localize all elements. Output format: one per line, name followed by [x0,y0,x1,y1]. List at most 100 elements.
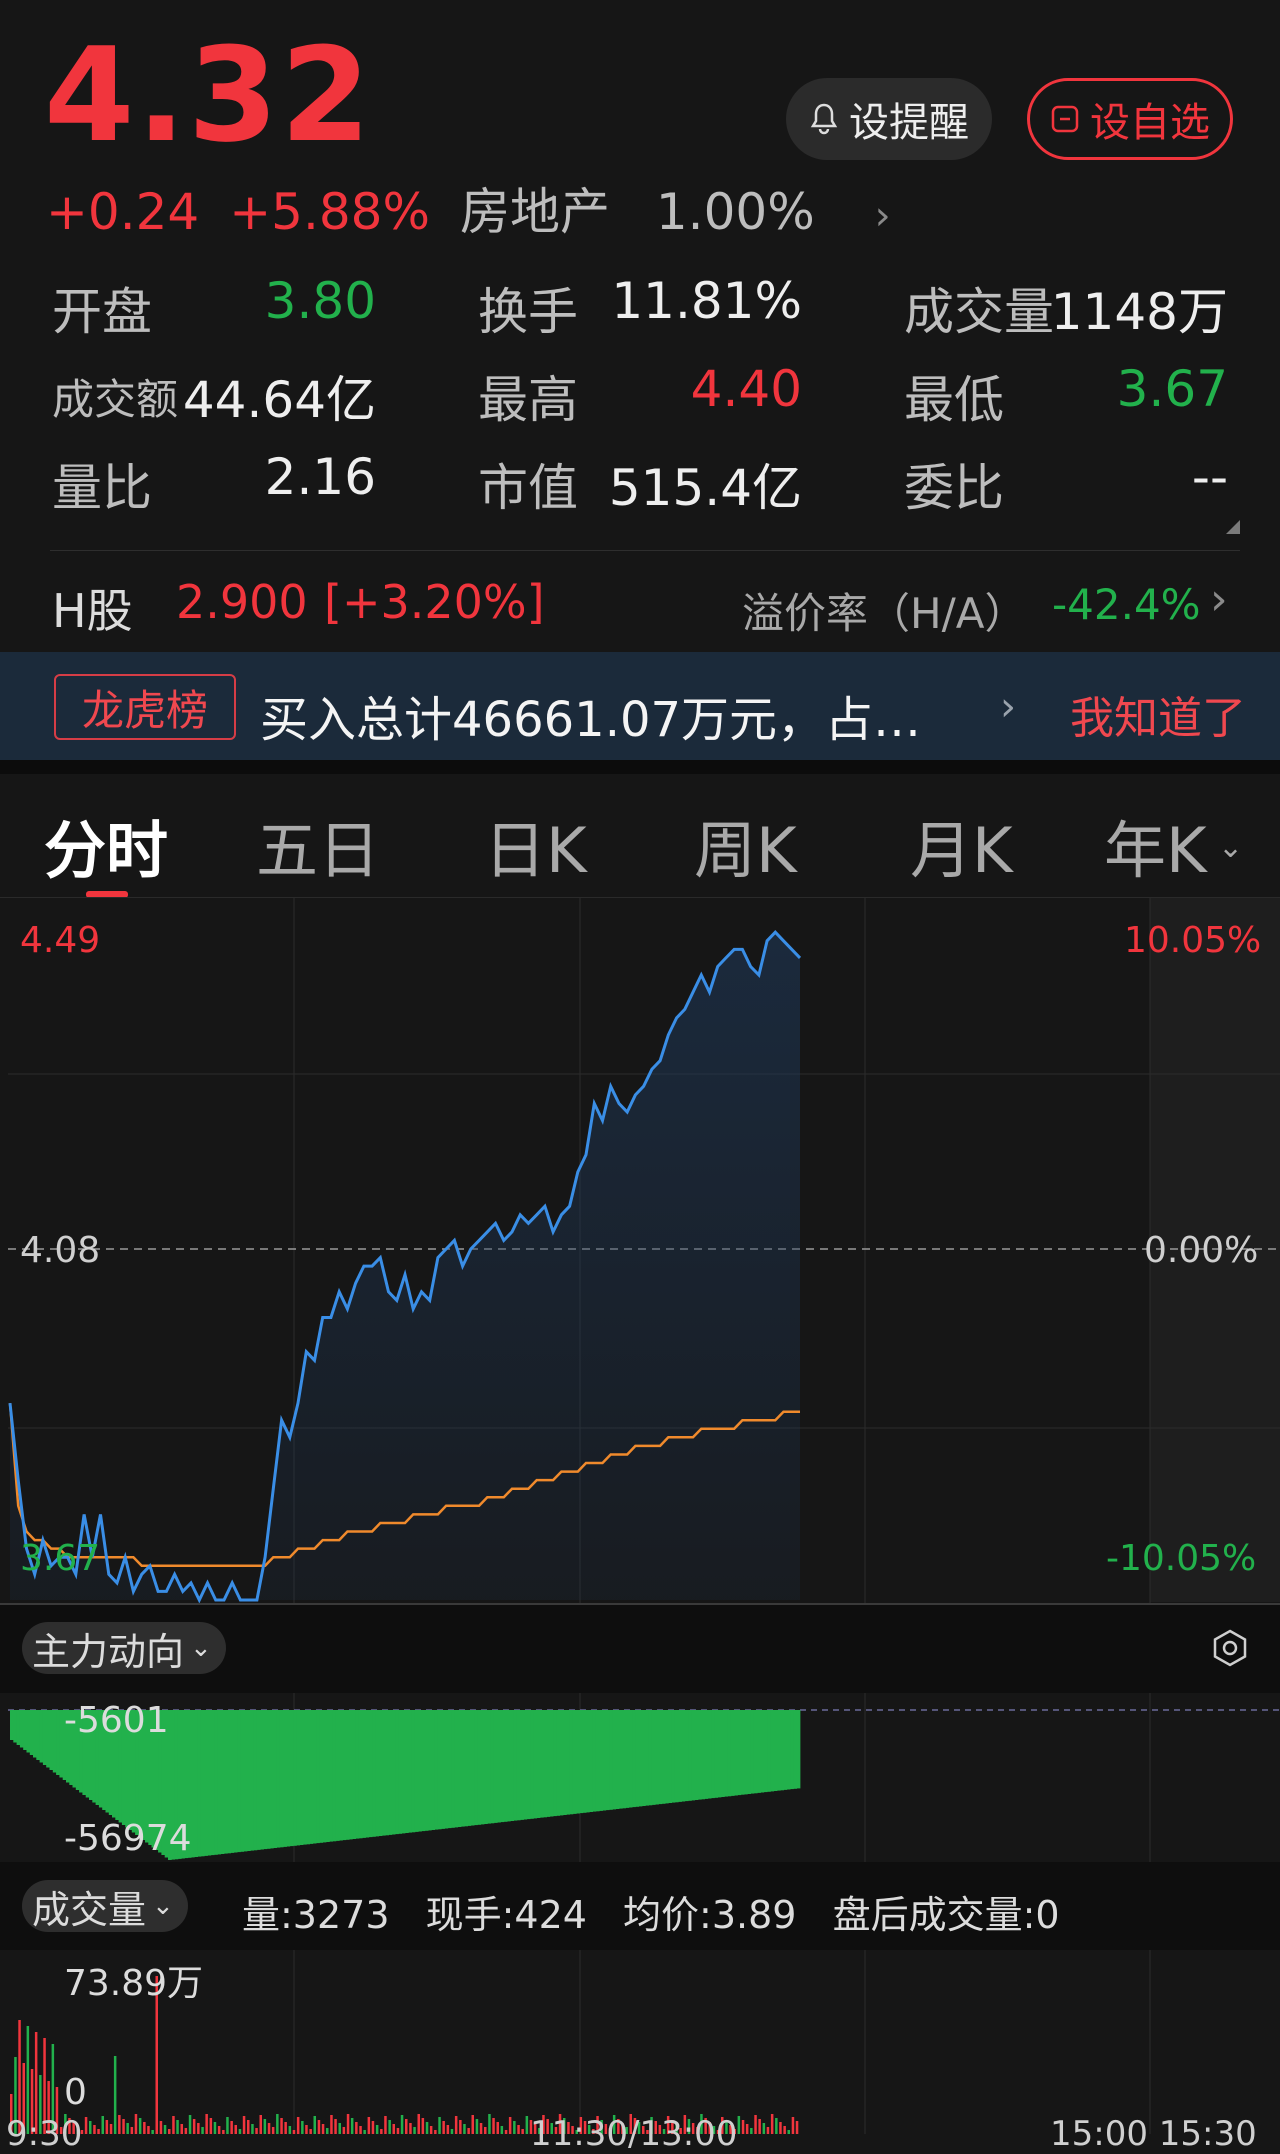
volume-bar [89,2121,92,2134]
tab-yearly-k[interactable]: 年K [1104,800,1207,890]
flow-bar [579,1710,584,1814]
flow-bar [273,1710,277,1848]
flow-bar [414,1710,419,1832]
volume-bar [459,2120,462,2134]
flow-bar [266,1710,271,1849]
tab-five-day[interactable]: 五日 [256,800,380,890]
settings-icon[interactable] [1210,1628,1250,1668]
set-alert-button[interactable]: 设提醒 [786,78,992,160]
flow-bar [546,1710,551,1817]
flow-bar [665,1710,669,1804]
axis-pct-high: 10.05% [1124,920,1262,961]
volume-bar [301,2121,304,2134]
volume-bar [496,2122,499,2134]
volume-bar [359,2126,362,2134]
flow-bar [773,1710,778,1791]
flow-bar [398,1710,403,1834]
flow-bar [405,1710,409,1833]
volume-bar [467,2128,470,2134]
flow-bar [701,1710,705,1800]
volume-dropdown[interactable]: 成交量 ⌄ [22,1880,188,1932]
flow-bar [286,1710,291,1847]
flow-bar [671,1710,676,1803]
flow-bar [730,1710,735,1796]
flow-bar [467,1710,472,1826]
flow-bar [694,1710,699,1800]
flow-bar [306,1710,310,1845]
flow-bar [691,1710,696,1801]
flow-bar [595,1710,600,1812]
volume-bar [280,2118,283,2134]
chevron-down-icon: ⌄ [190,1633,212,1663]
volume-bar [350,2118,354,2134]
flow-bar [780,1710,784,1791]
volume-bar [321,2124,325,2134]
flow-bar [421,1710,426,1832]
main-flow-dropdown[interactable]: 主力动向 ⌄ [22,1622,226,1674]
volume-bar [192,2119,196,2134]
chevron-down-icon[interactable]: ⌄ [1218,830,1243,865]
volume-bar [118,2115,121,2134]
volume-bar [413,2127,416,2134]
high-label: 最高 [478,371,578,429]
volume-bar [180,2124,183,2134]
flow-bar [200,1710,205,1857]
flow-bar [204,1710,208,1856]
flow-bar [16,1710,21,1745]
tab-weekly-k[interactable]: 周K [694,800,797,890]
volume-bar [109,2124,113,2134]
flow-bar [49,1710,54,1770]
volume-bar [97,2129,100,2134]
volume-bar [504,2130,508,2134]
flow-bar [319,1710,324,1843]
dismiss-banner-button[interactable]: 我知道了 [1070,682,1246,746]
market-cap-value: 515.4亿 [608,459,802,517]
volume-bar [421,2118,425,2134]
volume-value: 1148万 [1050,283,1228,341]
flow-bar [684,1710,689,1802]
flow-bar [796,1710,801,1789]
add-watchlist-label: 设自选 [1090,100,1210,146]
premium-label: 溢价率（H/A） [742,589,1027,638]
expand-corner-icon[interactable] [1226,520,1240,534]
volume-bar [276,2114,279,2134]
flow-bar [747,1710,751,1794]
volume-ratio-label: 量比 [52,459,152,517]
volume-bar [363,2130,366,2134]
tab-monthly-k[interactable]: 月K [910,800,1013,890]
flow-bar [441,1710,445,1829]
flow-bar [457,1710,462,1827]
add-watchlist-button[interactable]: 设自选 [1027,78,1233,160]
volume-bar [209,2118,213,2134]
flow-bar [510,1710,514,1821]
volume-bar [288,2126,292,2134]
volume-bar [417,2114,420,2134]
flow-bar [533,1710,538,1819]
flow-bar [707,1710,712,1799]
tab-daily-k[interactable]: 日K [484,800,587,890]
volume-bar [326,2128,329,2134]
volume-bar [429,2126,433,2134]
flow-bar [757,1710,761,1793]
flow-bar [411,1710,416,1833]
flow-bar [270,1710,274,1849]
volume-bar [454,2116,458,2134]
volume-bar [795,2121,799,2134]
flow-bar [23,1710,27,1750]
flow-bar [339,1710,343,1841]
flow-bar [507,1710,511,1822]
volume-zero-label: 0 [64,2072,87,2113]
sector-link[interactable]: 房地产 1.00% › [460,172,921,244]
main-flow-label: 主力动向 [32,1629,185,1674]
volume-bar [521,2129,524,2134]
volume-bar [775,2118,778,2134]
volume-bar [513,2121,516,2134]
tab-intraday[interactable]: 分时 [44,800,168,890]
volume-bar [163,2125,167,2134]
flow-bar [609,1710,613,1810]
flow-bar [786,1710,791,1790]
flow-bar [256,1710,261,1850]
flow-bar [540,1710,544,1818]
flow-bar [464,1710,468,1827]
volume-bar [342,2127,346,2134]
